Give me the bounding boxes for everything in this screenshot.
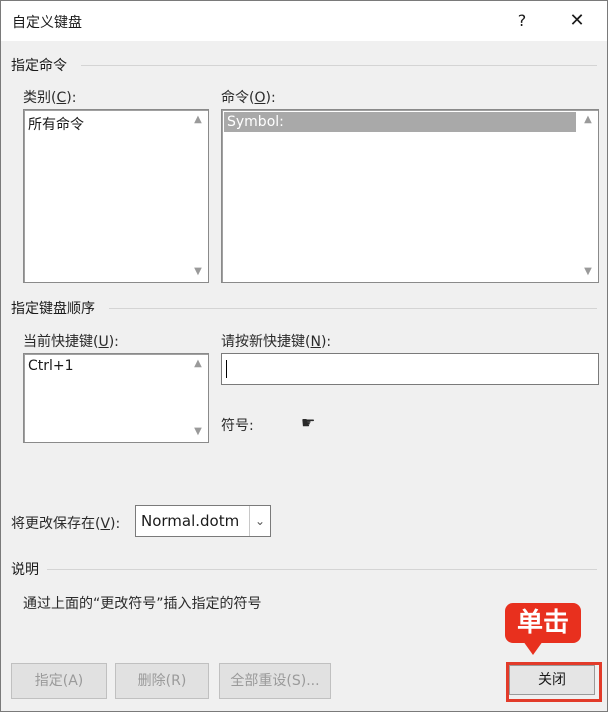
text-caret <box>226 360 227 378</box>
click-callout: 单击 <box>505 603 581 643</box>
category-listbox[interactable]: 所有命令 ▲ ▼ <box>23 109 209 283</box>
list-item[interactable]: 所有命令 <box>28 114 84 134</box>
save-in-label: 将更改保存在(V): <box>11 516 121 532</box>
section-divider <box>81 65 597 66</box>
scroll-up-icon[interactable]: ▲ <box>192 114 204 126</box>
command-label: 命令(O): <box>221 90 276 106</box>
scroll-down-icon[interactable]: ▼ <box>192 426 204 438</box>
dialog-title: 自定义键盘 <box>12 15 82 31</box>
section-divider <box>109 308 597 309</box>
save-in-select[interactable]: Normal.dotm ⌄ <box>135 505 271 537</box>
highlight-frame <box>506 662 602 702</box>
symbol-label: 符号: <box>221 418 254 434</box>
description-text: 通过上面的“更改符号”插入指定的符号 <box>23 596 262 612</box>
current-keys-listbox[interactable]: Ctrl+1 ▲ ▼ <box>23 353 209 443</box>
reset-all-button[interactable]: 全部重设(S)... <box>219 663 331 699</box>
section-divider <box>47 569 597 570</box>
new-key-label: 请按新快捷键(N): <box>221 334 332 350</box>
remove-button[interactable]: 删除(R) <box>115 663 209 699</box>
command-listbox[interactable]: Symbol: ▲ ▼ <box>221 109 599 283</box>
save-in-value: Normal.dotm <box>141 512 240 530</box>
key-sequence-section-title: 指定键盘顺序 <box>11 301 95 317</box>
list-item[interactable]: Ctrl+1 <box>28 358 74 374</box>
category-label: 类别(C): <box>23 90 77 106</box>
pointing-hand-icon: ☛ <box>301 413 316 432</box>
assign-command-section-title: 指定命令 <box>11 58 67 74</box>
description-section-title: 说明 <box>11 562 39 578</box>
current-keys-label: 当前快捷键(U): <box>23 334 119 350</box>
list-item-selected[interactable]: Symbol: <box>224 112 576 132</box>
scroll-down-icon[interactable]: ▼ <box>582 266 594 278</box>
close-icon[interactable]: ✕ <box>557 7 597 35</box>
scroll-up-icon[interactable]: ▲ <box>582 114 594 126</box>
scroll-down-icon[interactable]: ▼ <box>192 266 204 278</box>
scroll-up-icon[interactable]: ▲ <box>192 358 204 370</box>
customize-keyboard-dialog: 自定义键盘 ? ✕ 指定命令 类别(C): 所有命令 ▲ ▼ 命令(O): Sy… <box>0 0 608 712</box>
callout-tail <box>523 641 543 655</box>
chevron-down-icon[interactable]: ⌄ <box>249 506 270 536</box>
new-shortcut-input[interactable] <box>221 353 599 385</box>
help-button[interactable]: ? <box>507 7 537 35</box>
assign-button[interactable]: 指定(A) <box>11 663 107 699</box>
title-bar: 自定义键盘 ? ✕ <box>1 1 607 41</box>
